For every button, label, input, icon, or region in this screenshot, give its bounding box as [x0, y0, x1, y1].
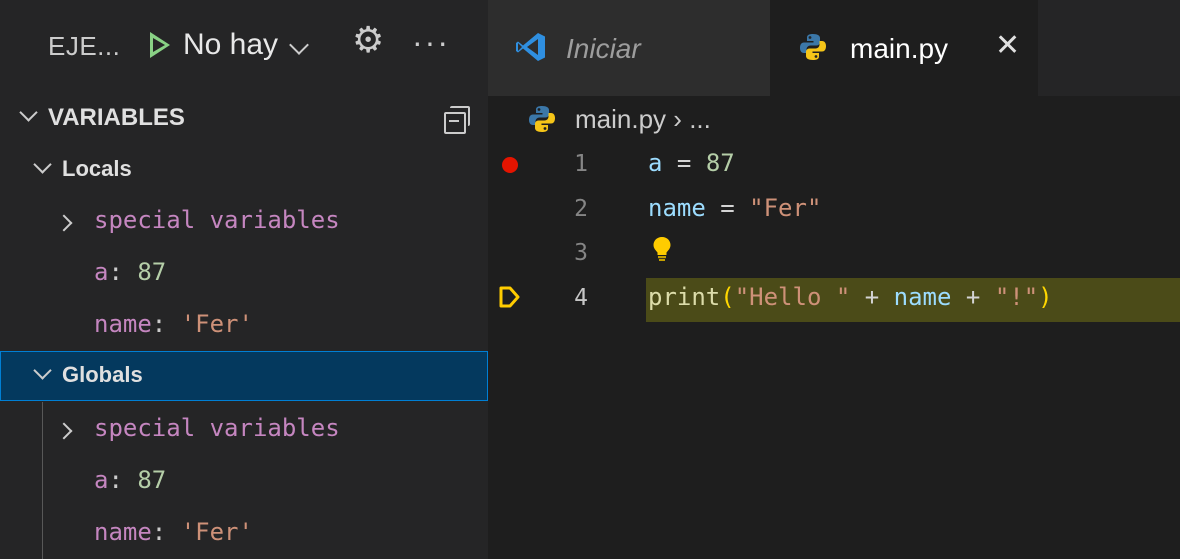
variables-section-title: VARIABLES	[48, 104, 185, 131]
lightbulb-icon[interactable]	[652, 236, 672, 262]
code-line-4[interactable]: print("Hello " + name + "!")	[648, 283, 1053, 311]
token-operator: +	[951, 283, 995, 311]
close-icon[interactable]: ✕	[995, 28, 1020, 63]
variable-a[interactable]: a: 87	[94, 258, 166, 286]
token-string: "Hello "	[734, 283, 851, 311]
token-operator: =	[662, 149, 706, 177]
variable-name-item[interactable]: name: 'Fer'	[94, 518, 253, 546]
variable-value: 87	[137, 466, 167, 494]
variable-name: a	[94, 466, 109, 494]
line-number: 3	[574, 240, 588, 266]
scope-locals-label: Locals	[62, 156, 132, 181]
python-icon	[529, 106, 555, 132]
token-variable: name	[648, 194, 706, 222]
variable-separator: :	[108, 258, 138, 286]
code-line-1[interactable]: a = 87	[648, 149, 735, 177]
line-number: 2	[574, 196, 588, 222]
variable-value: 'Fer'	[180, 310, 253, 338]
token-string: "!"	[994, 283, 1039, 311]
variable-special-variables[interactable]: special variables	[94, 206, 340, 234]
breadcrumb-separator: ›	[673, 104, 682, 134]
variable-name: a	[94, 258, 109, 286]
tab-iniciar-label: Iniciar	[566, 33, 641, 64]
breadcrumb[interactable]: main.py › ...	[575, 104, 711, 135]
python-icon	[800, 34, 826, 60]
line-number: 4	[574, 285, 588, 311]
variable-name: name	[94, 310, 152, 338]
variable-name: name	[94, 518, 152, 546]
token-paren: )	[1038, 283, 1053, 311]
token-number: 87	[705, 149, 735, 177]
variable-separator: :	[108, 466, 138, 494]
variable-separator: :	[151, 310, 181, 338]
launch-config-select[interactable]: No hay	[183, 28, 278, 62]
token-operator: +	[850, 283, 894, 311]
breakpoint-icon[interactable]	[502, 157, 518, 173]
tab-main-py-label: main.py	[850, 33, 949, 64]
variable-name-item[interactable]: name: 'Fer'	[94, 310, 253, 338]
token-variable: name	[893, 283, 952, 311]
breadcrumb-symbols[interactable]: ...	[689, 104, 711, 134]
token-string: "Fer"	[749, 194, 822, 222]
code-line-2[interactable]: name = "Fer"	[648, 194, 821, 222]
variable-a[interactable]: a: 87	[94, 466, 166, 494]
token-variable: a	[648, 149, 663, 177]
variable-special-variables[interactable]: special variables	[94, 414, 340, 442]
play-icon-inner	[153, 38, 165, 52]
indent-guide	[42, 402, 43, 559]
variable-value: 87	[137, 258, 167, 286]
variable-value: 'Fer'	[180, 518, 253, 546]
token-paren: (	[720, 283, 735, 311]
scope-globals-label: Globals	[62, 362, 143, 387]
token-operator: =	[705, 194, 750, 222]
debug-view-title: EJE...	[48, 31, 121, 61]
vscode-icon	[516, 33, 545, 61]
current-stack-frame-icon	[499, 286, 520, 308]
variable-separator: :	[151, 518, 181, 546]
gear-icon[interactable]: ⚙	[352, 22, 384, 58]
line-number: 1	[574, 151, 588, 177]
token-function: print	[648, 283, 721, 311]
breadcrumb-file[interactable]: main.py	[575, 104, 666, 134]
more-actions-icon[interactable]: ···	[412, 24, 450, 61]
collapse-all-icon[interactable]	[444, 106, 470, 134]
